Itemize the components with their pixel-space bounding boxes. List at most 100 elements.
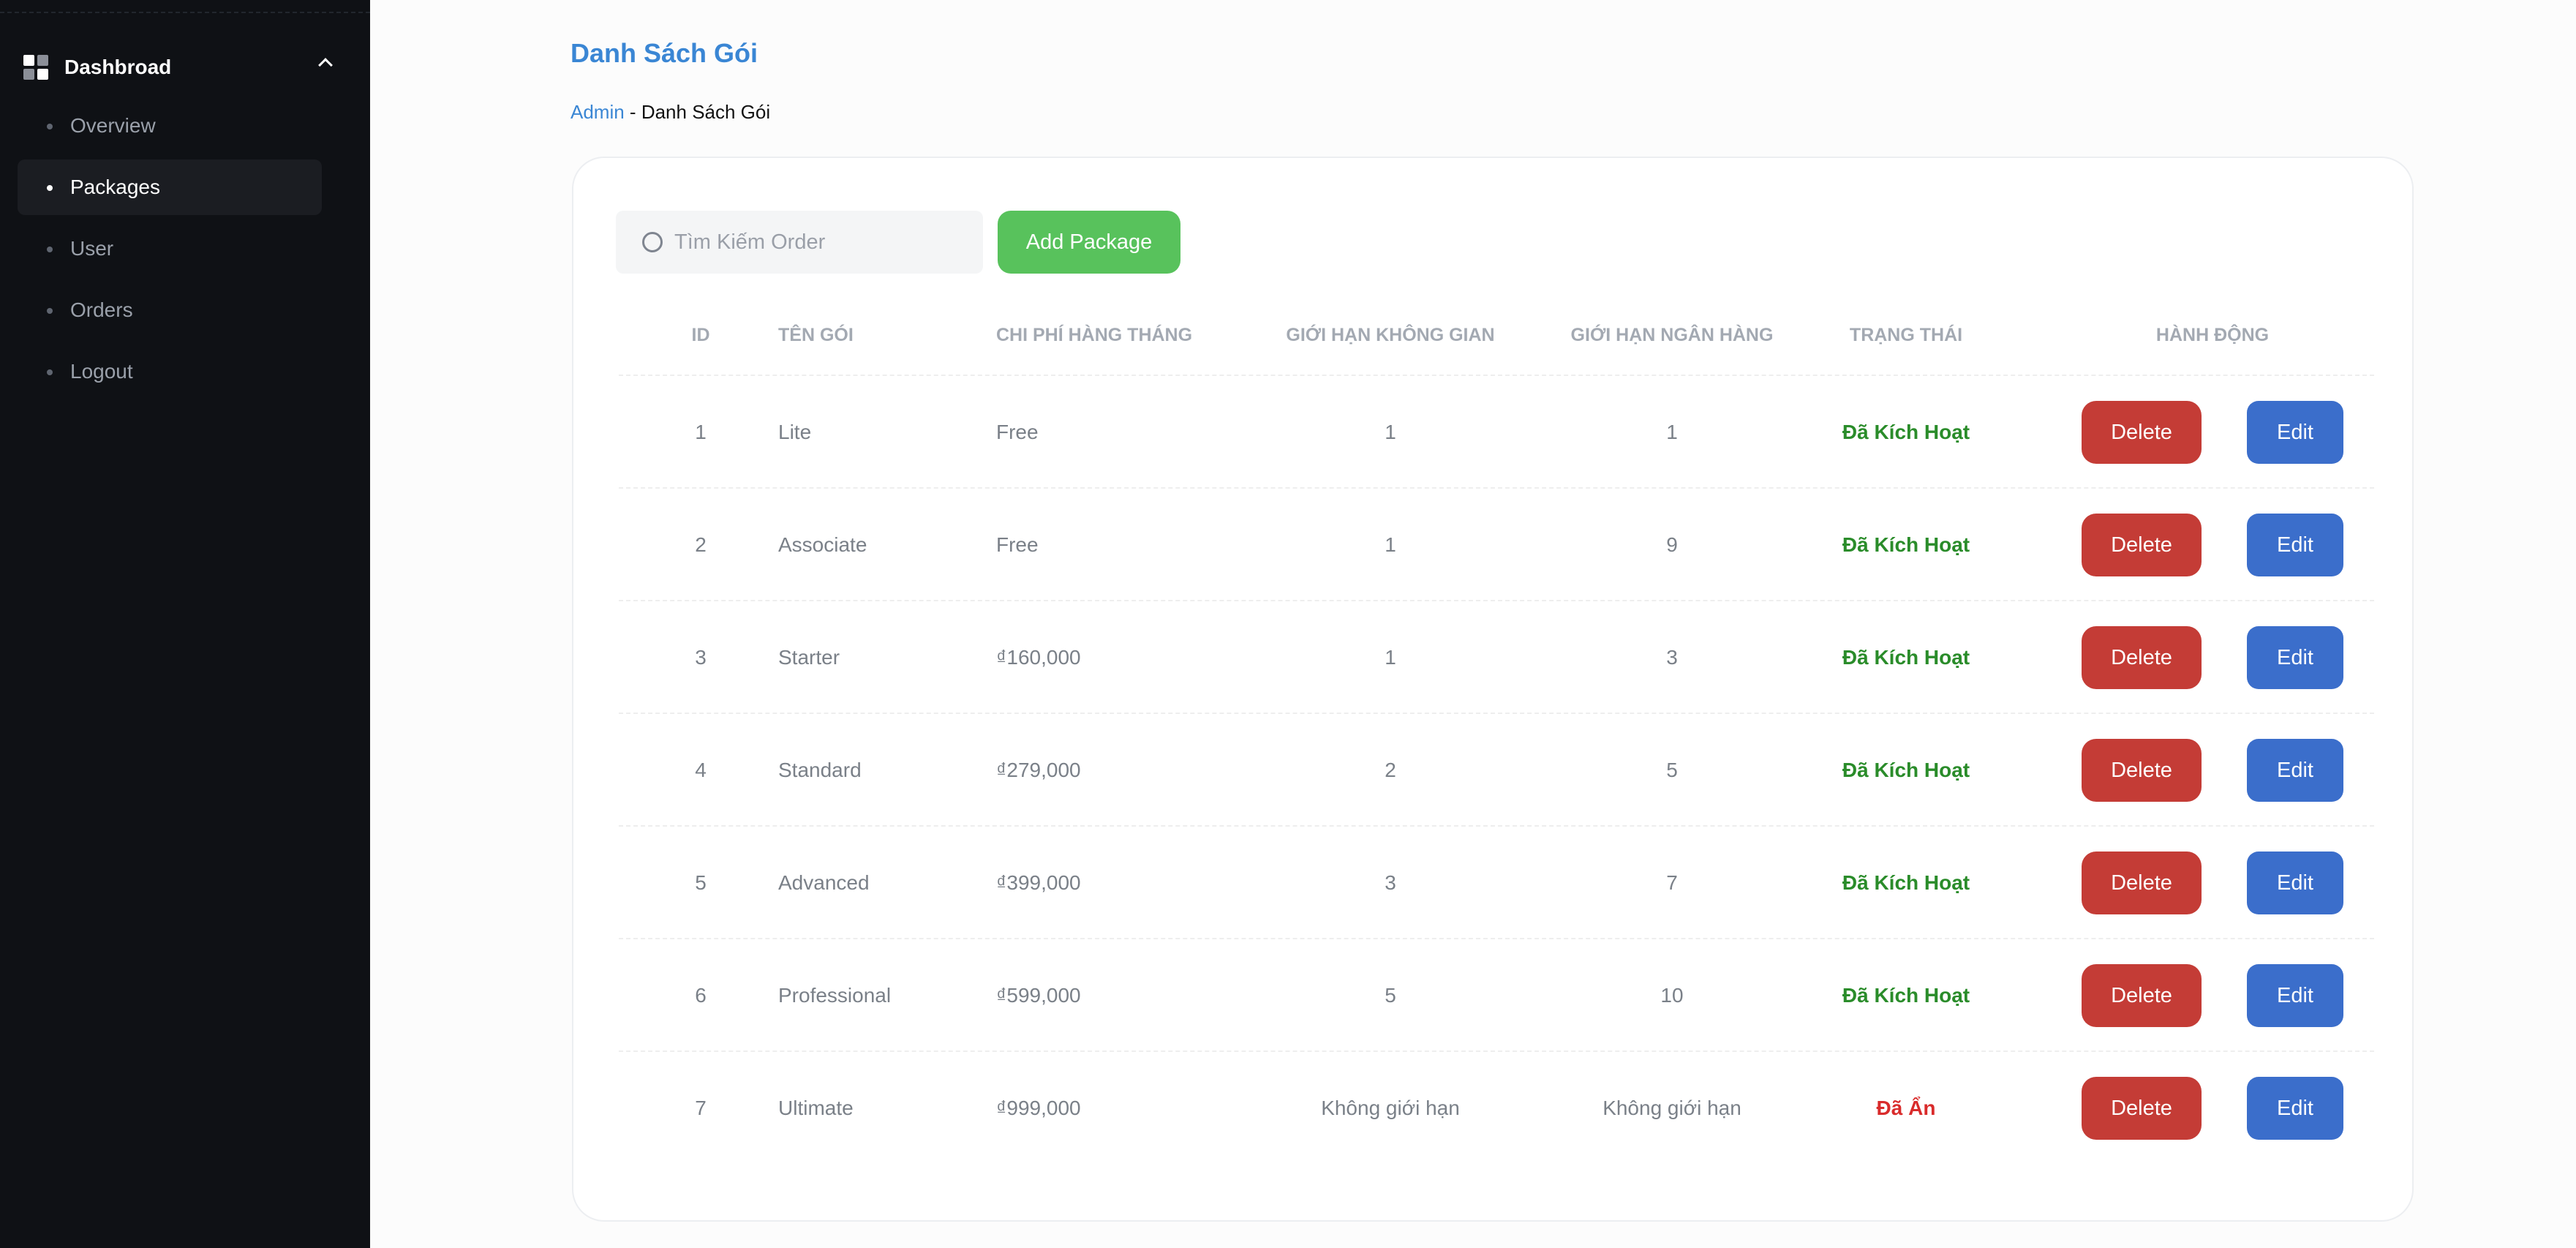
breadcrumb-current: Danh Sách Gói bbox=[641, 101, 771, 123]
edit-button[interactable]: Edit bbox=[2247, 739, 2343, 802]
table-row: 4 Standard ₫279,000 2 5 Đã Kích Hoạt Del… bbox=[619, 714, 2374, 827]
column-header-bank-limit: GIỚI HẠN NGÂN HÀNG bbox=[1570, 324, 1774, 345]
sidebar-item-orders[interactable]: Orders bbox=[18, 282, 322, 338]
cell-space-limit: 5 bbox=[1385, 984, 1396, 1007]
cell-bank-limit: 9 bbox=[1666, 533, 1678, 556]
sidebar-item-label: Packages bbox=[70, 176, 160, 198]
column-header-name: TÊN GÓI bbox=[778, 324, 854, 345]
sidebar-item-label: User bbox=[70, 237, 114, 260]
status-badge: Đã Kích Hoạt bbox=[1842, 421, 1970, 443]
edit-button[interactable]: Edit bbox=[2247, 626, 2343, 689]
cell-bank-limit: 1 bbox=[1666, 421, 1678, 443]
sidebar-item-packages[interactable]: Packages bbox=[18, 159, 322, 215]
sidebar-divider bbox=[0, 12, 370, 13]
cell-name: Advanced bbox=[778, 871, 870, 894]
table-row: 2 Associate Free 1 9 Đã Kích Hoạt Delete… bbox=[619, 489, 2374, 601]
cell-cost: ₫399,000 bbox=[996, 871, 1081, 894]
status-badge: Đã Kích Hoạt bbox=[1842, 533, 1970, 556]
column-header-status: TRẠNG THÁI bbox=[1849, 324, 1963, 345]
cell-id: 3 bbox=[695, 646, 707, 669]
cell-id: 4 bbox=[695, 759, 707, 781]
cell-name: Standard bbox=[778, 759, 862, 781]
cell-id: 5 bbox=[695, 871, 707, 894]
column-header-space-limit: GIỚI HẠN KHÔNG GIAN bbox=[1286, 324, 1495, 345]
bullet-icon bbox=[47, 308, 53, 314]
sidebar: Dashbroad Overview Packages User Orders … bbox=[0, 0, 370, 1248]
cell-space-limit: 2 bbox=[1385, 759, 1396, 781]
cell-cost: ₫160,000 bbox=[996, 646, 1081, 669]
cell-id: 6 bbox=[695, 984, 707, 1007]
delete-button[interactable]: Delete bbox=[2082, 401, 2202, 464]
column-header-monthly-cost: CHI PHÍ HÀNG THÁNG bbox=[996, 324, 1193, 345]
sidebar-item-label: Overview bbox=[70, 114, 156, 137]
status-badge: Đã Ẩn bbox=[1876, 1097, 1936, 1119]
sidebar-item-label: Orders bbox=[70, 298, 133, 321]
cell-space-limit: 1 bbox=[1385, 421, 1396, 443]
table-row: 5 Advanced ₫399,000 3 7 Đã Kích Hoạt Del… bbox=[619, 827, 2374, 939]
status-badge: Đã Kích Hoạt bbox=[1842, 984, 1970, 1007]
add-package-button[interactable]: Add Package bbox=[998, 211, 1180, 274]
breadcrumb-separator: - bbox=[624, 101, 641, 123]
cell-space-limit: 1 bbox=[1385, 533, 1396, 556]
cell-name: Starter bbox=[778, 646, 840, 669]
breadcrumb: Admin - Danh Sách Gói bbox=[570, 101, 770, 124]
delete-button[interactable]: Delete bbox=[2082, 514, 2202, 576]
chevron-up-icon[interactable] bbox=[318, 58, 333, 72]
cell-name: Associate bbox=[778, 533, 867, 556]
delete-button[interactable]: Delete bbox=[2082, 739, 2202, 802]
cell-cost: ₫599,000 bbox=[996, 984, 1081, 1007]
delete-button[interactable]: Delete bbox=[2082, 1077, 2202, 1140]
table-row: 3 Starter ₫160,000 1 3 Đã Kích Hoạt Dele… bbox=[619, 601, 2374, 714]
cell-space-limit: 3 bbox=[1385, 871, 1396, 894]
table-row: 6 Professional ₫599,000 5 10 Đã Kích Hoạ… bbox=[619, 939, 2374, 1052]
cell-bank-limit: Không giới hạn bbox=[1603, 1097, 1741, 1119]
bullet-icon bbox=[47, 185, 53, 191]
status-badge: Đã Kích Hoạt bbox=[1842, 646, 1970, 669]
cell-name: Lite bbox=[778, 421, 812, 443]
packages-table: ID TÊN GÓI CHI PHÍ HÀNG THÁNG GIỚI HẠN K… bbox=[619, 294, 2374, 1165]
search-box[interactable] bbox=[616, 211, 983, 274]
cell-id: 2 bbox=[695, 533, 707, 556]
search-input[interactable] bbox=[673, 229, 980, 255]
column-header-id: ID bbox=[691, 324, 710, 345]
cell-bank-limit: 7 bbox=[1666, 871, 1678, 894]
edit-button[interactable]: Edit bbox=[2247, 852, 2343, 914]
cell-bank-limit: 3 bbox=[1666, 646, 1678, 669]
sidebar-item-label: Logout bbox=[70, 360, 133, 383]
edit-button[interactable]: Edit bbox=[2247, 401, 2343, 464]
breadcrumb-link-admin[interactable]: Admin bbox=[570, 101, 625, 123]
delete-button[interactable]: Delete bbox=[2082, 964, 2202, 1027]
cell-cost: Free bbox=[996, 533, 1039, 556]
cell-id: 7 bbox=[695, 1097, 707, 1119]
cell-bank-limit: 10 bbox=[1660, 984, 1684, 1007]
page-title: Danh Sách Gói bbox=[570, 38, 758, 68]
delete-button[interactable]: Delete bbox=[2082, 852, 2202, 914]
cell-cost: ₫999,000 bbox=[996, 1097, 1081, 1119]
bullet-icon bbox=[47, 124, 53, 129]
cell-name: Ultimate bbox=[778, 1097, 854, 1119]
cell-space-limit: 1 bbox=[1385, 646, 1396, 669]
edit-button[interactable]: Edit bbox=[2247, 964, 2343, 1027]
cell-cost: Free bbox=[996, 421, 1039, 443]
bullet-icon bbox=[47, 247, 53, 252]
search-icon bbox=[642, 232, 663, 252]
cell-space-limit: Không giới hạn bbox=[1321, 1097, 1460, 1119]
cell-cost: ₫279,000 bbox=[996, 759, 1081, 781]
table-row: 1 Lite Free 1 1 Đã Kích Hoạt Delete Edit bbox=[619, 376, 2374, 489]
edit-button[interactable]: Edit bbox=[2247, 1077, 2343, 1140]
sidebar-item-logout[interactable]: Logout bbox=[18, 344, 322, 399]
edit-button[interactable]: Edit bbox=[2247, 514, 2343, 576]
table-row: 7 Ultimate ₫999,000 Không giới hạn Không… bbox=[619, 1052, 2374, 1165]
column-header-actions: HÀNH ĐỘNG bbox=[2155, 324, 2270, 345]
cell-name: Professional bbox=[778, 984, 892, 1007]
status-badge: Đã Kích Hoạt bbox=[1842, 871, 1970, 894]
sidebar-item-user[interactable]: User bbox=[18, 221, 322, 277]
sidebar-nav: Overview Packages User Orders Logout bbox=[18, 98, 322, 405]
bullet-icon bbox=[47, 369, 53, 375]
sidebar-section-dashboard[interactable]: Dashbroad bbox=[23, 51, 333, 83]
packages-card: Add Package ID TÊN GÓI CHI PHÍ HÀNG THÁN… bbox=[572, 157, 2414, 1222]
sidebar-item-overview[interactable]: Overview bbox=[18, 98, 322, 154]
status-badge: Đã Kích Hoạt bbox=[1842, 759, 1970, 781]
table-header: ID TÊN GÓI CHI PHÍ HÀNG THÁNG GIỚI HẠN K… bbox=[619, 294, 2374, 376]
delete-button[interactable]: Delete bbox=[2082, 626, 2202, 689]
